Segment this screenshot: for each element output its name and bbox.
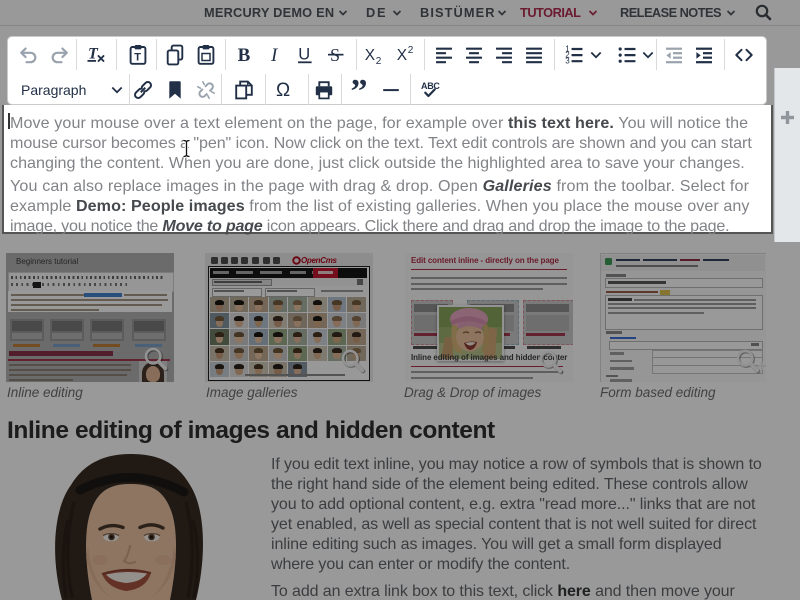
svg-text:X: X — [365, 47, 376, 64]
svg-text:2: 2 — [408, 45, 414, 56]
svg-text:2: 2 — [376, 56, 382, 67]
svg-text:B: B — [237, 45, 250, 66]
svg-text:I: I — [270, 45, 279, 66]
svg-text:U: U — [298, 46, 310, 64]
svg-text:”: ” — [350, 78, 367, 102]
svg-text:X: X — [397, 47, 408, 64]
svg-text:T: T — [134, 52, 141, 64]
svg-text:Ω: Ω — [276, 80, 290, 101]
svg-text:T: T — [88, 46, 99, 63]
svg-text:3: 3 — [565, 57, 570, 66]
svg-text:ABC: ABC — [421, 81, 440, 91]
